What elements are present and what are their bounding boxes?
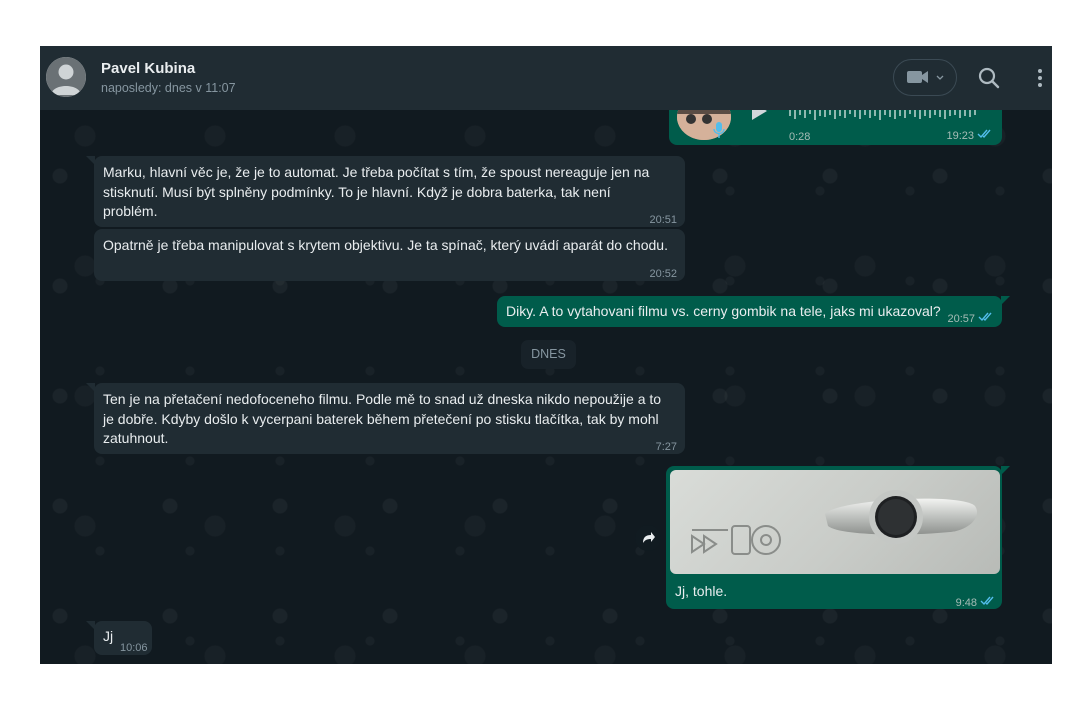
menu-button[interactable] bbox=[1030, 65, 1050, 91]
message-text: Jj bbox=[103, 627, 113, 647]
message-line: Ten je na přetačení nedofoceneho filmu. … bbox=[103, 391, 662, 407]
voice-duration: 0:28 bbox=[789, 131, 811, 143]
message-time: 20:51 bbox=[649, 214, 677, 226]
message-line: problém. bbox=[103, 203, 158, 219]
outgoing-message[interactable]: Diky. A to vytahovani filmu vs. cerny go… bbox=[497, 296, 1010, 327]
avatar-placeholder-icon bbox=[46, 57, 86, 97]
message-time: 10:06 bbox=[120, 642, 148, 654]
chat-header[interactable]: Pavel Kubina naposledy: dnes v 11:07 bbox=[40, 46, 1052, 110]
incoming-message[interactable]: Ten je na přetačení nedofoceneho filmu. … bbox=[86, 383, 685, 454]
read-ticks-icon bbox=[977, 129, 991, 139]
message-time: 9:48 bbox=[955, 597, 977, 609]
chat-window: Pavel Kubina naposledy: dnes v 11:07 0:2… bbox=[40, 46, 1052, 664]
camera-button-photo bbox=[691, 490, 978, 555]
message-time: 19:23 bbox=[946, 130, 974, 142]
message-time: 7:27 bbox=[655, 441, 677, 453]
search-icon bbox=[978, 67, 1000, 89]
day-separator: DNES bbox=[521, 340, 576, 369]
message-line: Diky. A to vytahovani filmu vs. cerny go… bbox=[506, 303, 941, 319]
message-line: zatuhnout. bbox=[103, 430, 169, 446]
bubble-tail bbox=[86, 156, 95, 165]
bubble-tail bbox=[86, 383, 95, 392]
read-ticks-icon bbox=[980, 596, 994, 606]
message-time: 20:52 bbox=[649, 268, 677, 280]
forward-button[interactable] bbox=[635, 525, 661, 551]
message-time: 20:57 bbox=[947, 313, 975, 325]
contact-name[interactable]: Pavel Kubina bbox=[101, 60, 195, 77]
forward-icon bbox=[643, 532, 655, 543]
message-line: je dobře. Kdyby došlo k vycerpani batere… bbox=[103, 410, 659, 427]
bubble-tail bbox=[1001, 466, 1010, 475]
read-ticks-icon bbox=[978, 312, 992, 322]
incoming-message[interactable]: Jj 10:06 bbox=[86, 621, 152, 655]
menu-dots-icon bbox=[1038, 69, 1042, 87]
video-call-button[interactable] bbox=[893, 59, 957, 96]
message-text: Diky. A to vytahovani filmu vs. cerny go… bbox=[506, 302, 941, 322]
image-message-bubble[interactable]: Jj, tohle. 9:48 bbox=[666, 466, 1010, 609]
video-call-icon bbox=[907, 71, 944, 83]
contact-status: naposledy: dnes v 11:07 bbox=[101, 81, 236, 95]
incoming-message[interactable]: Marku, hlavní věc je, že je to automat. … bbox=[86, 156, 685, 227]
image-caption: Jj, tohle. bbox=[675, 583, 728, 599]
message-line: stisknutí. Musí být splněny podmínky. To… bbox=[103, 183, 611, 200]
bubble-tail bbox=[1001, 296, 1010, 305]
attached-photo[interactable] bbox=[670, 470, 1000, 574]
message-text: Marku, hlavní věc je, že je to automat. … bbox=[103, 163, 649, 222]
microphone-icon bbox=[713, 122, 725, 138]
contact-avatar[interactable] bbox=[46, 57, 86, 97]
incoming-message[interactable]: Opatrně je třeba manipulovat s krytem ob… bbox=[94, 229, 685, 281]
message-text: Opatrně je třeba manipulovat s krytem ob… bbox=[103, 236, 668, 256]
search-button[interactable] bbox=[976, 65, 1002, 91]
bubble-tail bbox=[86, 621, 95, 630]
message-line: Opatrně je třeba manipulovat s krytem ob… bbox=[103, 237, 668, 253]
message-line: Marku, hlavní věc je, že je to automat. … bbox=[103, 164, 650, 180]
message-text: Ten je na přetačení nedofoceneho filmu. … bbox=[103, 390, 661, 449]
message-line: Jj bbox=[103, 628, 114, 644]
